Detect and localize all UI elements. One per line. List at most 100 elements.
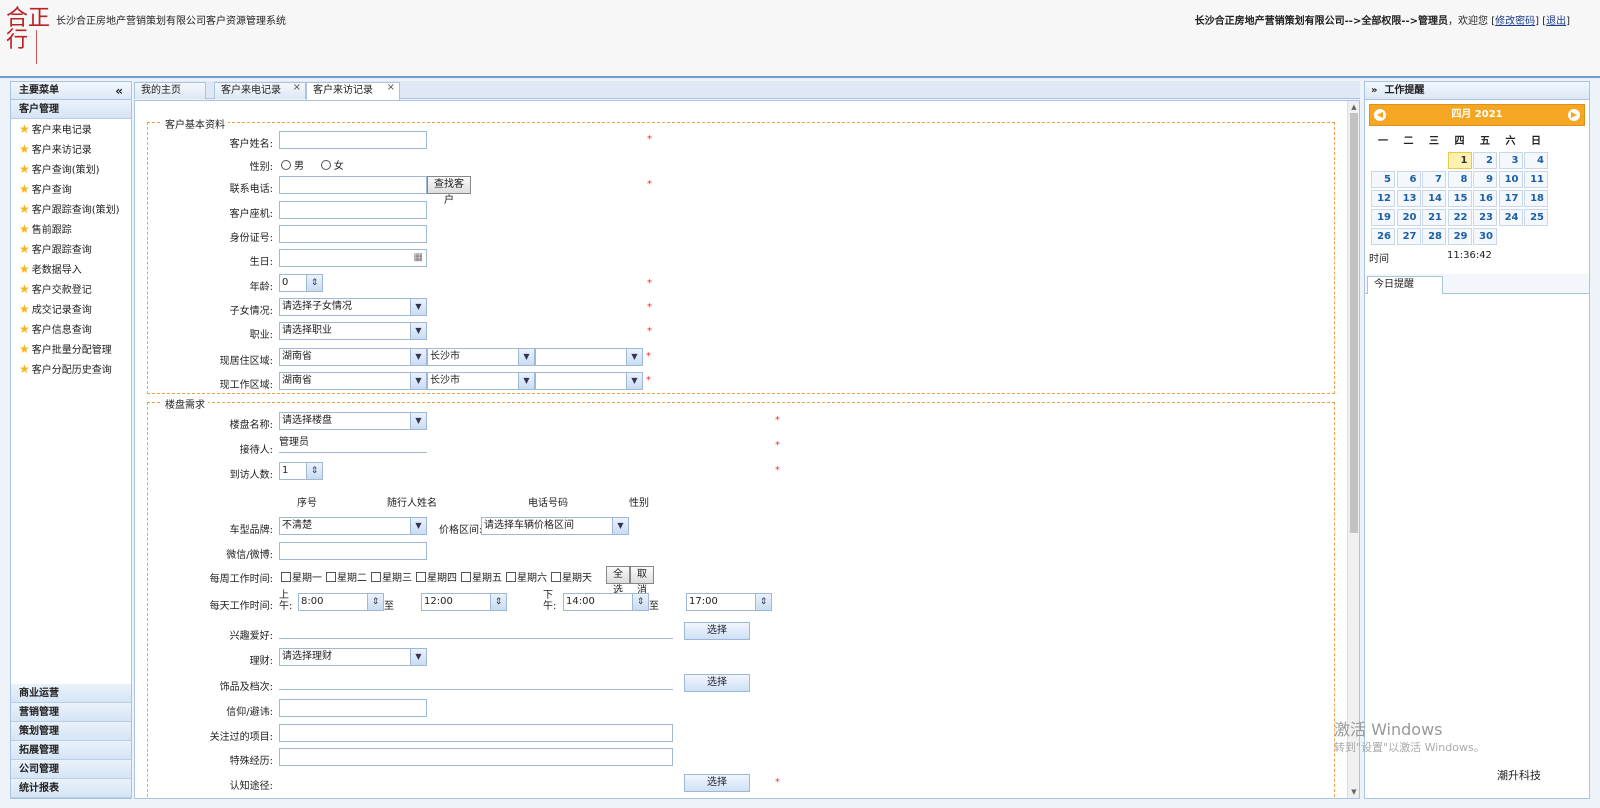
spin-icon[interactable]: ⇕	[490, 594, 506, 610]
calendar-day[interactable]: 5	[1371, 171, 1395, 188]
find-customer-button[interactable]: 查找客户	[427, 176, 471, 206]
jewelry-choose-button[interactable]: 选择	[684, 674, 750, 692]
calendar-day[interactable]: 19	[1371, 209, 1395, 226]
spin-icon[interactable]: ⇕	[632, 594, 648, 610]
project-select[interactable]: 请选择楼盘 ▼	[279, 412, 427, 430]
sidebar-group[interactable]: 商业运营	[11, 684, 131, 703]
price-select[interactable]: 请选择车辆价格区间 ▼	[481, 517, 629, 535]
work-province-select[interactable]: 湖南省 ▼	[279, 372, 427, 390]
calendar-day[interactable]: 18	[1524, 190, 1548, 207]
scroll-down-icon[interactable]: ▼	[1348, 786, 1359, 798]
am-end-stepper[interactable]: 12:00 ⇕	[421, 593, 507, 611]
tab-call-records[interactable]: 客户来电记录 ×	[214, 82, 306, 99]
calendar-day[interactable]: 20	[1396, 209, 1421, 226]
prev-month-icon[interactable]: ◀	[1374, 109, 1386, 121]
chevron-down-icon[interactable]: ▼	[518, 373, 534, 389]
chevron-down-icon[interactable]: ▼	[410, 323, 426, 339]
weekday-checkbox[interactable]	[371, 572, 381, 582]
spin-icon[interactable]: ⇕	[367, 594, 383, 610]
sidebar-group[interactable]: 策划管理	[11, 722, 131, 741]
calendar-day[interactable]: 30	[1473, 228, 1497, 245]
sidebar-item[interactable]: ★ 客户来电记录	[11, 119, 131, 139]
calendar-day[interactable]: 28	[1422, 228, 1446, 245]
calendar-day[interactable]: 24	[1498, 209, 1523, 226]
calendar-day[interactable]: 13	[1396, 190, 1421, 207]
calendar-day[interactable]: 1	[1447, 152, 1472, 169]
male-radio[interactable]	[281, 160, 291, 170]
cancel-button[interactable]: 取消	[630, 566, 654, 596]
next-month-icon[interactable]: ▶	[1568, 109, 1580, 121]
sidebar-item[interactable]: ★ 客户交款登记	[11, 279, 131, 299]
calendar-icon[interactable]: ▦	[414, 250, 423, 266]
calendar-day[interactable]: 4	[1524, 152, 1548, 169]
spin-icon[interactable]: ⇕	[755, 594, 771, 610]
weekday-checkbox[interactable]	[461, 572, 471, 582]
close-icon[interactable]: ×	[293, 80, 301, 96]
work-city-select[interactable]: 长沙市 ▼	[427, 372, 535, 390]
calendar-day[interactable]: 17	[1498, 190, 1523, 207]
calendar-day[interactable]: 27	[1396, 228, 1421, 245]
chevron-down-icon[interactable]: ▼	[626, 373, 642, 389]
calendar-day[interactable]: 11	[1524, 171, 1548, 188]
sidebar-item[interactable]: ★ 客户分配历史查询	[11, 359, 131, 379]
calendar-day[interactable]: 3	[1498, 152, 1523, 169]
calendar-day[interactable]: 8	[1447, 171, 1472, 188]
receiver-field[interactable]: 管理员	[279, 435, 427, 453]
female-radio[interactable]	[320, 160, 331, 170]
sidebar-group-customer[interactable]: 客户管理	[11, 100, 131, 119]
am-start-stepper[interactable]: 8:00 ⇕	[298, 593, 384, 611]
sidebar-item[interactable]: ★ 老数据导入	[11, 259, 131, 279]
sidebar-group[interactable]: 拓展管理	[11, 741, 131, 760]
tab-visit-records[interactable]: 客户来访记录 ×	[306, 82, 400, 100]
sidebar-item[interactable]: ★ 客户信息查询	[11, 319, 131, 339]
chevron-down-icon[interactable]: ▼	[410, 649, 426, 665]
sidebar-group[interactable]: 公司管理	[11, 760, 131, 779]
calendar-day[interactable]: 29	[1447, 228, 1472, 245]
car-select[interactable]: 不清楚 ▼	[279, 517, 427, 535]
sidebar-item[interactable]: ★ 客户跟踪查询	[11, 239, 131, 259]
select-all-button[interactable]: 全选	[606, 566, 630, 596]
calendar-day[interactable]: 10	[1498, 171, 1523, 188]
chevron-down-icon[interactable]: ▼	[410, 373, 426, 389]
sidebar-item[interactable]: ★ 客户查询(策划)	[11, 159, 131, 179]
chevron-down-icon[interactable]: ▼	[410, 349, 426, 365]
finance-select[interactable]: 请选择理财 ▼	[279, 648, 427, 666]
weekday-checkbox[interactable]	[326, 572, 336, 582]
calendar-day[interactable]: 22	[1447, 209, 1472, 226]
pm-end-stepper[interactable]: 17:00 ⇕	[686, 593, 772, 611]
birthday-input[interactable]: ▦	[279, 249, 427, 267]
scroll-thumb[interactable]	[1350, 113, 1358, 533]
home-city-select[interactable]: 长沙市 ▼	[427, 348, 535, 366]
tab-today-reminder[interactable]: 今日提醒	[1367, 276, 1443, 294]
expand-icon[interactable]: »	[1371, 85, 1377, 96]
belief-input[interactable]	[279, 699, 427, 717]
phone-input[interactable]	[279, 176, 427, 194]
calendar-day[interactable]: 6	[1396, 171, 1421, 188]
experience-input[interactable]	[279, 748, 673, 766]
collapse-sidebar-icon[interactable]: «	[115, 82, 123, 100]
wechat-input[interactable]	[279, 542, 427, 560]
spin-icon[interactable]: ⇕	[306, 463, 322, 479]
visitors-stepper[interactable]: 1 ⇕	[279, 462, 323, 480]
weekday-checkbox[interactable]	[281, 572, 291, 582]
content-scrollbar[interactable]: ▲ ▼	[1347, 101, 1359, 798]
scroll-up-icon[interactable]: ▲	[1348, 101, 1359, 113]
calendar-day[interactable]: 9	[1473, 171, 1497, 188]
name-input[interactable]	[279, 131, 427, 149]
chevron-down-icon[interactable]: ▼	[410, 518, 426, 534]
weekday-checkbox[interactable]	[551, 572, 561, 582]
calendar-day[interactable]: 15	[1447, 190, 1472, 207]
sidebar-item[interactable]: ★ 客户跟踪查询(策划)	[11, 199, 131, 219]
work-district-select[interactable]: ▼	[535, 372, 643, 390]
id-number-input[interactable]	[279, 225, 427, 243]
home-province-select[interactable]: 湖南省 ▼	[279, 348, 427, 366]
sidebar-item[interactable]: ★ 成交记录查询	[11, 299, 131, 319]
sidebar-item[interactable]: ★ 客户批量分配管理	[11, 339, 131, 359]
change-password-link[interactable]: 修改密码	[1495, 16, 1535, 27]
sidebar-group[interactable]: 营销管理	[11, 703, 131, 722]
logout-link[interactable]: 退出	[1546, 16, 1566, 27]
calendar-day[interactable]: 16	[1473, 190, 1497, 207]
landline-input[interactable]	[279, 201, 427, 219]
sidebar-item[interactable]: ★ 客户查询	[11, 179, 131, 199]
children-select[interactable]: 请选择子女情况 ▼	[279, 298, 427, 316]
